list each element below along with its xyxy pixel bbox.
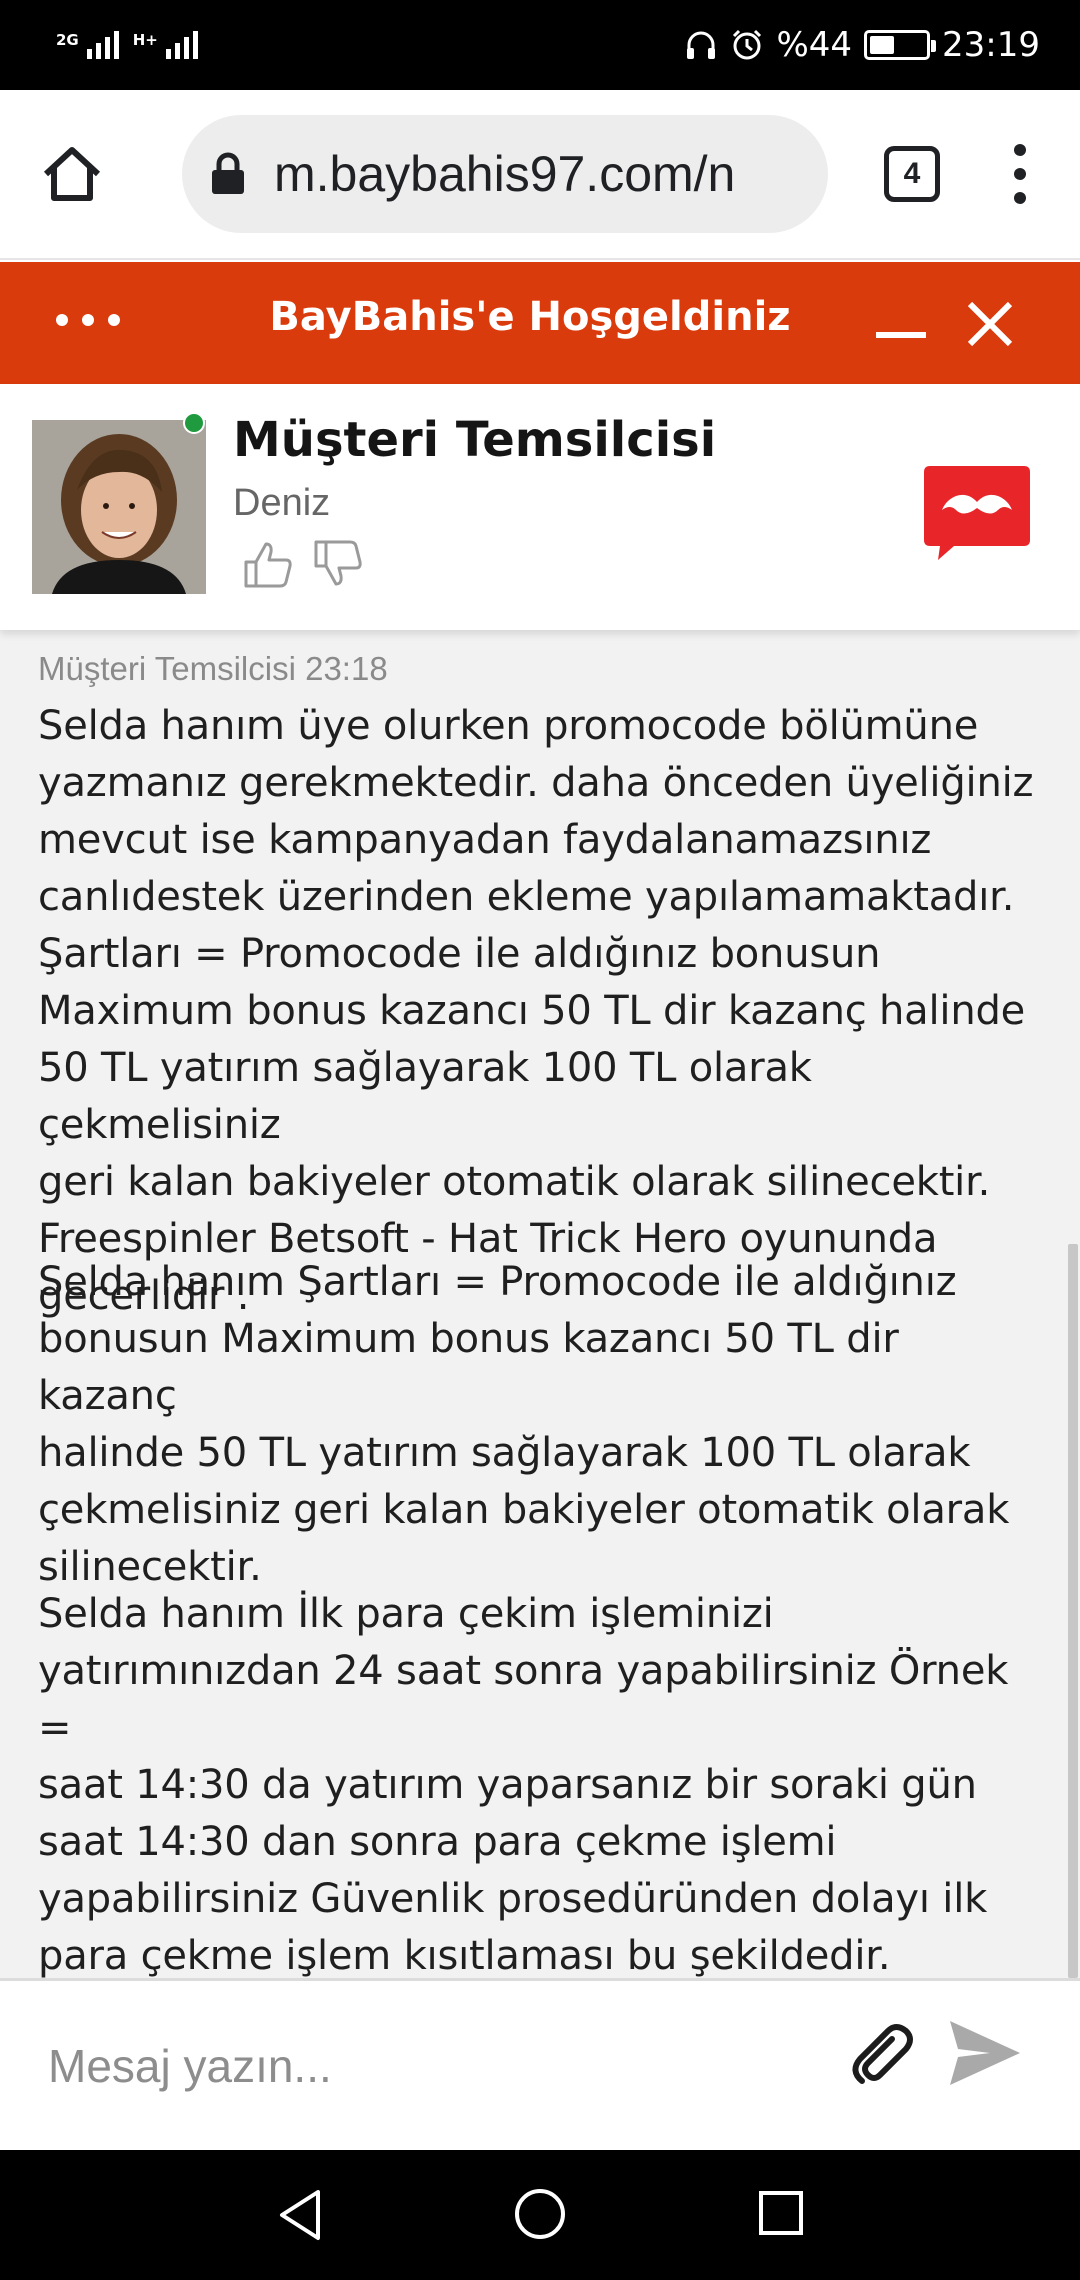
mustache-logo-icon [924,466,1030,560]
battery-icon [864,30,937,60]
paperclip-icon[interactable] [848,2019,918,2089]
agent-name: Deniz [233,482,331,524]
home-icon[interactable] [36,138,108,210]
send-icon[interactable] [946,2017,1022,2089]
system-nav-bar [0,2150,1080,2280]
agent-role: Müşteri Temsilcisi [233,412,717,468]
status-right: %44 23:19 [684,25,1040,65]
message-list[interactable]: Müşteri Temsilcisi 23:18 Selda hanım üye… [0,630,1080,1978]
status-bar: 2G H+ %44 23:19 [0,0,1080,90]
back-icon[interactable] [276,2188,324,2242]
headphones-icon [687,31,716,59]
signal-1-icon: 2G [56,31,119,59]
tab-switcher-button[interactable]: 4 [884,146,940,202]
battery-level [870,36,894,54]
home-circle-icon[interactable] [514,2188,566,2240]
message-input[interactable] [48,2031,808,2101]
thumbs-up-icon[interactable] [242,538,294,590]
signal-indicators: 2G H+ [56,31,198,59]
browser-menu-icon[interactable] [1008,144,1032,204]
chat-header: BayBahis'e Hoşgeldiniz [0,262,1080,384]
battery-percent: %44 [776,25,853,65]
lock-icon [212,152,244,194]
network-type-1: 2G [56,31,79,49]
avatar [32,420,206,594]
url-text: m.baybahis97.com/n [274,146,736,202]
close-icon[interactable] [964,298,1016,350]
alarm-icon [733,29,762,60]
address-bar[interactable]: m.baybahis97.com/n [182,115,828,233]
message-composer [0,1978,1080,2150]
message-text: Selda hanım üye olurken promocode bölümü… [38,703,1034,1319]
message-text: Selda hanım Şartları = Promocode ile ald… [38,1259,1010,1590]
message-meta: Müşteri Temsilcisi 23:18 [38,650,388,687]
minimize-icon[interactable] [876,332,926,338]
signal-2-icon: H+ [133,31,198,59]
recent-apps-icon[interactable] [758,2190,804,2236]
network-type-2: H+ [132,31,158,49]
message-text: Selda hanım İlk para çekim işleminizi ya… [38,1591,1009,1978]
scrollbar[interactable] [1068,1244,1078,1978]
clock: 23:19 [942,25,1040,65]
online-status-dot [183,412,205,434]
agent-card: Müşteri Temsilcisi Deniz [0,384,1080,630]
browser-toolbar: m.baybahis97.com/n 4 [0,90,1080,260]
thumbs-down-icon[interactable] [312,538,364,590]
